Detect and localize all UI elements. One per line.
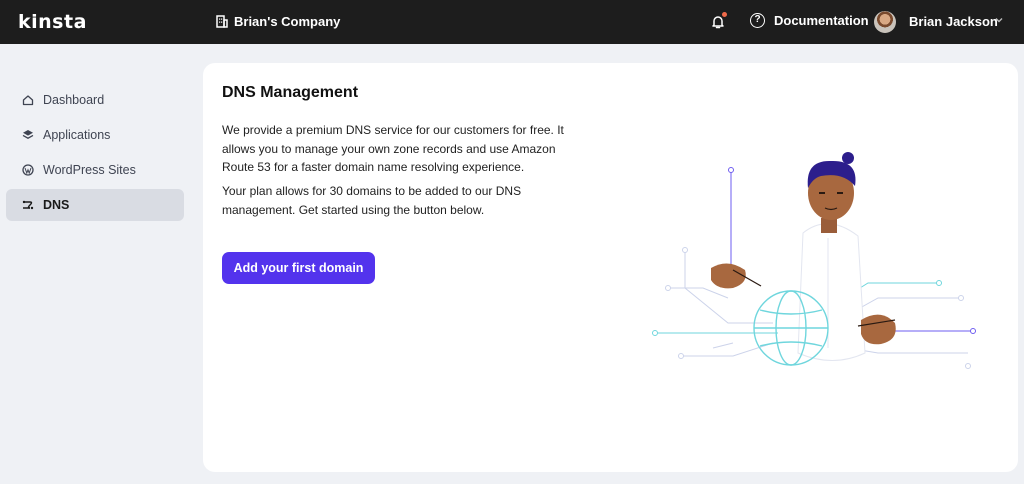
chevron-down-icon[interactable] <box>994 15 1004 25</box>
building-icon <box>216 15 228 28</box>
top-bar: KINSTA Brian's Company ? Documentation B… <box>0 0 1024 44</box>
sidebar-item-wordpress-sites[interactable]: WordPress Sites <box>6 154 184 186</box>
dns-management-card: DNS Management We provide a premium DNS … <box>203 63 1018 472</box>
sidebar-item-label: DNS <box>43 198 70 212</box>
wordpress-icon <box>22 164 34 176</box>
sidebar-item-label: WordPress Sites <box>43 163 136 177</box>
sidebar-item-dashboard[interactable]: Dashboard <box>6 84 184 116</box>
user-name[interactable]: Brian Jackson <box>909 14 998 29</box>
page-title: DNS Management <box>222 84 359 101</box>
kinsta-logo[interactable]: KINSTA <box>18 11 87 33</box>
add-first-domain-button[interactable]: Add your first domain <box>222 252 375 284</box>
sidebar-item-label: Applications <box>43 128 111 142</box>
avatar[interactable] <box>874 11 896 33</box>
company-name: Brian's Company <box>234 14 341 29</box>
documentation-label: Documentation <box>774 13 869 28</box>
dns-icon <box>22 200 34 210</box>
notification-dot <box>722 12 727 17</box>
sidebar-item-label: Dashboard <box>43 93 105 107</box>
help-icon: ? <box>750 13 765 28</box>
description-text: We provide a premium DNS service for our… <box>222 123 564 174</box>
home-icon <box>22 95 34 106</box>
sidebar-item-applications[interactable]: Applications <box>6 119 184 151</box>
dns-illustration <box>652 152 976 369</box>
plan-info-text: Your plan allows for 30 domains to be ad… <box>222 184 522 217</box>
documentation-link[interactable]: ? Documentation <box>750 13 869 28</box>
company-switcher[interactable]: Brian's Company <box>216 14 340 29</box>
layers-icon <box>22 130 34 139</box>
sidebar-item-dns[interactable]: DNS <box>6 189 184 221</box>
